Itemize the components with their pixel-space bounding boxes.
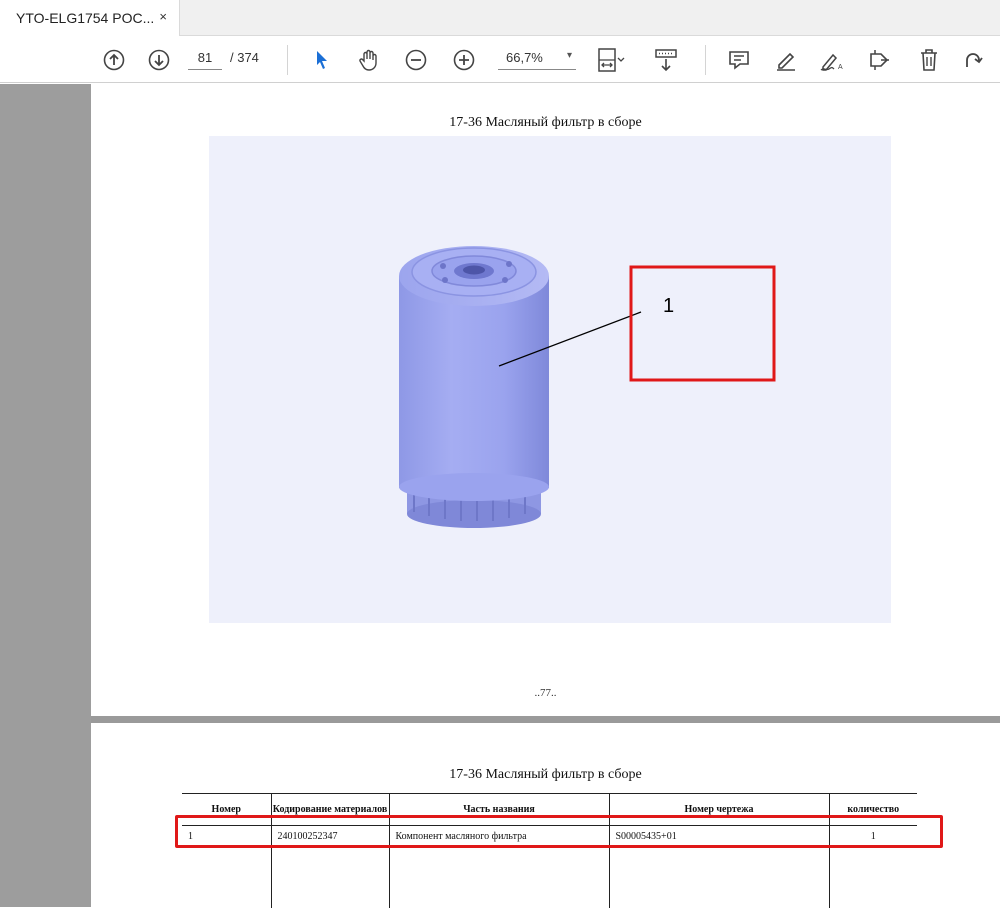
illustration: 1 (209, 136, 891, 623)
table-cell (388, 847, 609, 908)
zoom-value: 66,7% (506, 50, 543, 65)
separator (705, 45, 706, 75)
tab-title: YTO-ELG1754 POC... (16, 10, 155, 26)
table-caption: 17-36 Масляный фильтр в сборе (449, 767, 642, 782)
close-tab-icon[interactable]: × (159, 9, 167, 24)
highlight-icon[interactable] (772, 45, 800, 75)
fit-page-icon[interactable] (595, 45, 627, 75)
toolbar: 81 / 374 66,7% ▾ A (0, 37, 1000, 83)
scroll-mode-icon[interactable] (651, 45, 681, 75)
stamp-icon[interactable] (866, 45, 894, 75)
callout-highlight-box (629, 265, 776, 382)
rotate-icon[interactable] (960, 45, 986, 75)
table-cell (182, 848, 271, 908)
page-total: / 374 (230, 50, 259, 65)
table-cell (270, 847, 389, 908)
sign-icon[interactable]: A (818, 45, 848, 75)
prev-page-icon[interactable] (100, 45, 128, 75)
zoom-in-icon[interactable] (451, 45, 477, 75)
row-highlight-box (175, 815, 943, 848)
table-cell (608, 847, 829, 908)
zoom-select[interactable]: 66,7% ▾ (498, 50, 576, 70)
select-cursor-icon[interactable] (310, 45, 334, 75)
page-number: ..77.. (534, 687, 557, 699)
comment-icon[interactable] (725, 45, 753, 75)
document-viewer[interactable]: 17-36 Масляный фильтр в сборе 1 ..77.. 1… (0, 84, 1000, 908)
tab-bar: YTO-ELG1754 POC... × (0, 0, 1000, 36)
hand-tool-icon[interactable] (355, 45, 383, 75)
svg-text:A: A (838, 64, 843, 71)
separator (287, 45, 288, 75)
table-cell (828, 847, 917, 908)
page-number-input[interactable]: 81 (188, 50, 222, 70)
figure-caption: 17-36 Масляный фильтр в сборе (449, 115, 642, 130)
next-page-icon[interactable] (145, 45, 173, 75)
pdf-page: 17-36 Масляный фильтр в сборе 1 ..77.. (91, 84, 1000, 716)
parts-table: Номер Кодирование материалов Часть назва… (182, 793, 917, 908)
zoom-out-icon[interactable] (403, 45, 429, 75)
callout-label: 1 (663, 295, 674, 317)
viewer-margin (0, 84, 91, 907)
document-tab[interactable]: YTO-ELG1754 POC... × (0, 0, 180, 36)
delete-icon[interactable] (916, 45, 942, 75)
page-gap (91, 716, 1000, 723)
chevron-down-icon: ▾ (566, 50, 572, 61)
oil-filter-image: 1 (399, 246, 776, 528)
table-row-empty (182, 847, 917, 908)
